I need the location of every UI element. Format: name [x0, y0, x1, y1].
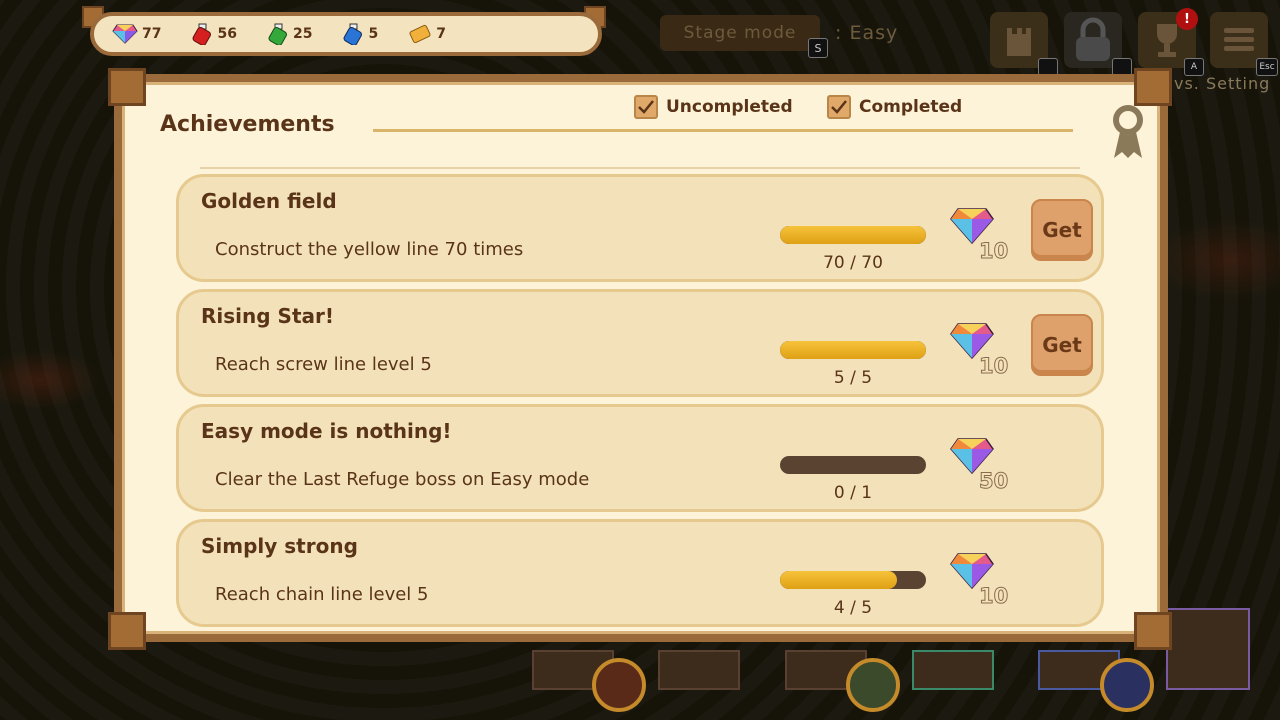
resource-ticket: 7: [408, 24, 446, 44]
castle-icon: [1007, 28, 1031, 56]
achievement-card: Easy mode is nothing! Clear the Last Ref…: [176, 404, 1104, 512]
achievement-card: Golden field Construct the yellow line 7…: [176, 174, 1104, 282]
vs-setting-label[interactable]: vs. Setting: [1174, 74, 1270, 93]
page-title: Achievements: [160, 112, 335, 137]
reward-amount: 10: [978, 584, 1009, 609]
progress-bar: [780, 571, 926, 589]
panel-corner: [108, 68, 146, 106]
resource-green-potion-value: 25: [292, 26, 313, 42]
filter-uncompleted[interactable]: Uncompleted: [634, 95, 793, 119]
resource-red-potion-value: 56: [217, 26, 237, 42]
completed-checkbox[interactable]: [827, 95, 851, 119]
resource-red-potion: 56: [191, 23, 237, 45]
resource-bar: 77 56 25 5 7: [90, 12, 602, 56]
get-reward-button[interactable]: Get: [1031, 314, 1093, 376]
progress-bar: [780, 226, 926, 244]
achievement-description: Reach screw line level 5: [215, 354, 432, 375]
bottom-card: [1166, 608, 1250, 690]
notification-badge: !: [1176, 8, 1198, 30]
progress-text: 5 / 5: [833, 368, 873, 388]
stage-mode-key: S: [808, 38, 828, 58]
checkmark-icon: [638, 100, 654, 114]
green-potion-icon: [268, 23, 287, 45]
resource-green-potion: 25: [267, 23, 312, 45]
stage-mode-value: : Easy: [835, 22, 899, 44]
bottom-card: [658, 650, 740, 690]
progress-fill: [780, 341, 926, 359]
progress-fill: [780, 226, 926, 244]
achievement-description: Reach chain line level 5: [215, 584, 429, 605]
unit-circle[interactable]: [1100, 658, 1154, 712]
resource-diamond: 77: [112, 24, 161, 44]
progress-text: 4 / 5: [833, 598, 873, 618]
achievement-name: Easy mode is nothing!: [201, 419, 452, 443]
unit-circle[interactable]: [592, 658, 646, 712]
progress-fill: [780, 571, 897, 589]
blue-potion-icon: [343, 23, 363, 45]
uncompleted-checkbox[interactable]: [634, 95, 658, 119]
progress-bar: [780, 456, 926, 474]
reward-amount: 50: [978, 469, 1009, 494]
resource-blue-potion: 5: [342, 23, 378, 45]
reward-amount: 10: [978, 354, 1009, 379]
achievement-name: Simply strong: [201, 534, 358, 558]
stage-mode-button[interactable]: Stage mode: [660, 15, 820, 51]
panel-corner: [1134, 68, 1172, 106]
red-potion-icon: [193, 23, 212, 45]
progress-bar: [780, 341, 926, 359]
menu-icon: [1224, 28, 1254, 51]
unit-circle[interactable]: [846, 658, 900, 712]
achievement-name: Golden field: [201, 189, 337, 213]
panel-corner: [1134, 612, 1172, 650]
header-divider: [200, 167, 1080, 169]
get-reward-button[interactable]: Get: [1031, 199, 1093, 261]
reward-amount: 10: [978, 239, 1009, 264]
achievement-description: Clear the Last Refuge boss on Easy mode: [215, 469, 590, 490]
resource-diamond-value: 77: [142, 26, 162, 42]
lock-icon: [1076, 17, 1110, 61]
checkmark-icon: [831, 100, 847, 114]
achievement-description: Construct the yellow line 70 times: [215, 239, 524, 260]
ribbon-icon: [1113, 105, 1143, 158]
achievement-card: Simply strong Reach chain line level 5 4…: [176, 519, 1104, 627]
ticket-icon: [409, 24, 431, 44]
resource-ticket-value: 7: [436, 26, 446, 42]
progress-text: 0 / 1: [833, 483, 873, 503]
filter-label: Completed: [859, 97, 963, 117]
title-divider: [373, 129, 1073, 132]
resource-blue-potion-value: 5: [368, 26, 379, 42]
diamond-icon: [112, 24, 138, 44]
filter-label: Uncompleted: [666, 97, 793, 117]
filter-completed[interactable]: Completed: [827, 95, 962, 119]
progress-text: 70 / 70: [823, 253, 883, 273]
panel-corner: [108, 612, 146, 650]
achievement-name: Rising Star!: [201, 304, 334, 328]
achievement-card: Rising Star! Reach screw line level 5 5 …: [176, 289, 1104, 397]
bottom-card: [912, 650, 994, 690]
